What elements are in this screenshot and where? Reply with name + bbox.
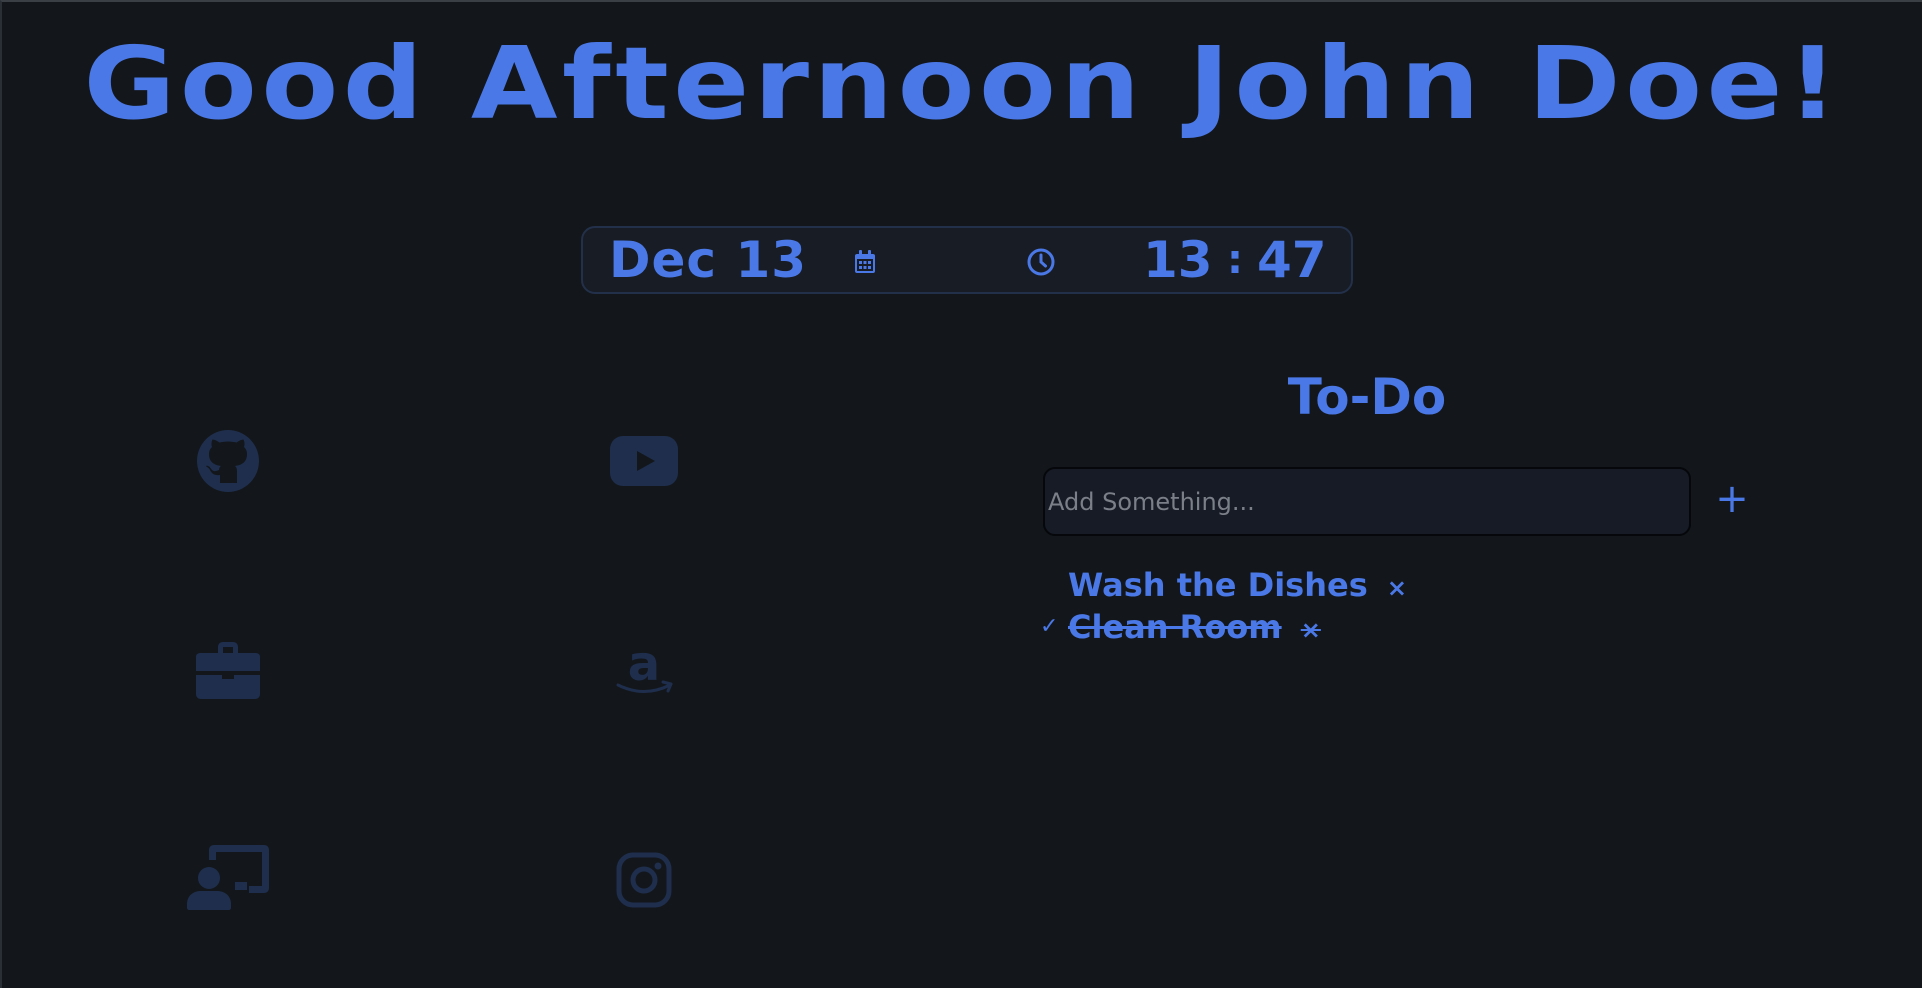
time-separator: :	[1227, 237, 1243, 283]
briefcase-icon	[196, 642, 260, 699]
check-icon: ✓	[1040, 614, 1059, 639]
youtube-icon	[610, 436, 678, 486]
amazon-icon: a	[616, 640, 673, 693]
github-icon	[197, 430, 259, 492]
classroom-link[interactable]	[187, 844, 269, 910]
greeting-heading: Good Afternoon John Doe!	[83, 25, 1843, 142]
todo-input[interactable]	[1043, 467, 1691, 536]
todo-title: To-Do	[1287, 368, 1447, 426]
svg-text:a: a	[628, 640, 660, 692]
instagram-link[interactable]	[616, 852, 672, 908]
date-time-widget: Dec 13 13 : 47	[581, 226, 1353, 294]
youtube-link[interactable]	[610, 436, 678, 486]
current-date: Dec 13	[609, 231, 808, 289]
amazon-link[interactable]: a	[614, 640, 674, 700]
remove-todo-button[interactable]: ×	[1301, 616, 1321, 644]
todo-list: Wash the Dishes × ✓ Clean Room ×	[1040, 564, 1407, 648]
calendar-icon	[855, 250, 875, 273]
briefcase-link[interactable]	[196, 641, 260, 699]
todo-item-text[interactable]: Wash the Dishes	[1068, 566, 1368, 604]
todo-item-completed[interactable]: ✓ Clean Room ×	[1040, 606, 1407, 648]
instagram-icon	[616, 852, 672, 908]
classroom-icon	[187, 845, 269, 910]
todo-item[interactable]: Wash the Dishes ×	[1040, 564, 1407, 606]
current-minute: 47	[1257, 231, 1327, 289]
clock-icon	[1027, 248, 1055, 276]
current-hour: 13	[1143, 231, 1213, 289]
github-link[interactable]	[196, 429, 260, 493]
remove-todo-button[interactable]: ×	[1387, 574, 1407, 602]
todo-item-text[interactable]: Clean Room	[1068, 608, 1282, 646]
add-todo-button[interactable]: +	[1712, 474, 1752, 524]
